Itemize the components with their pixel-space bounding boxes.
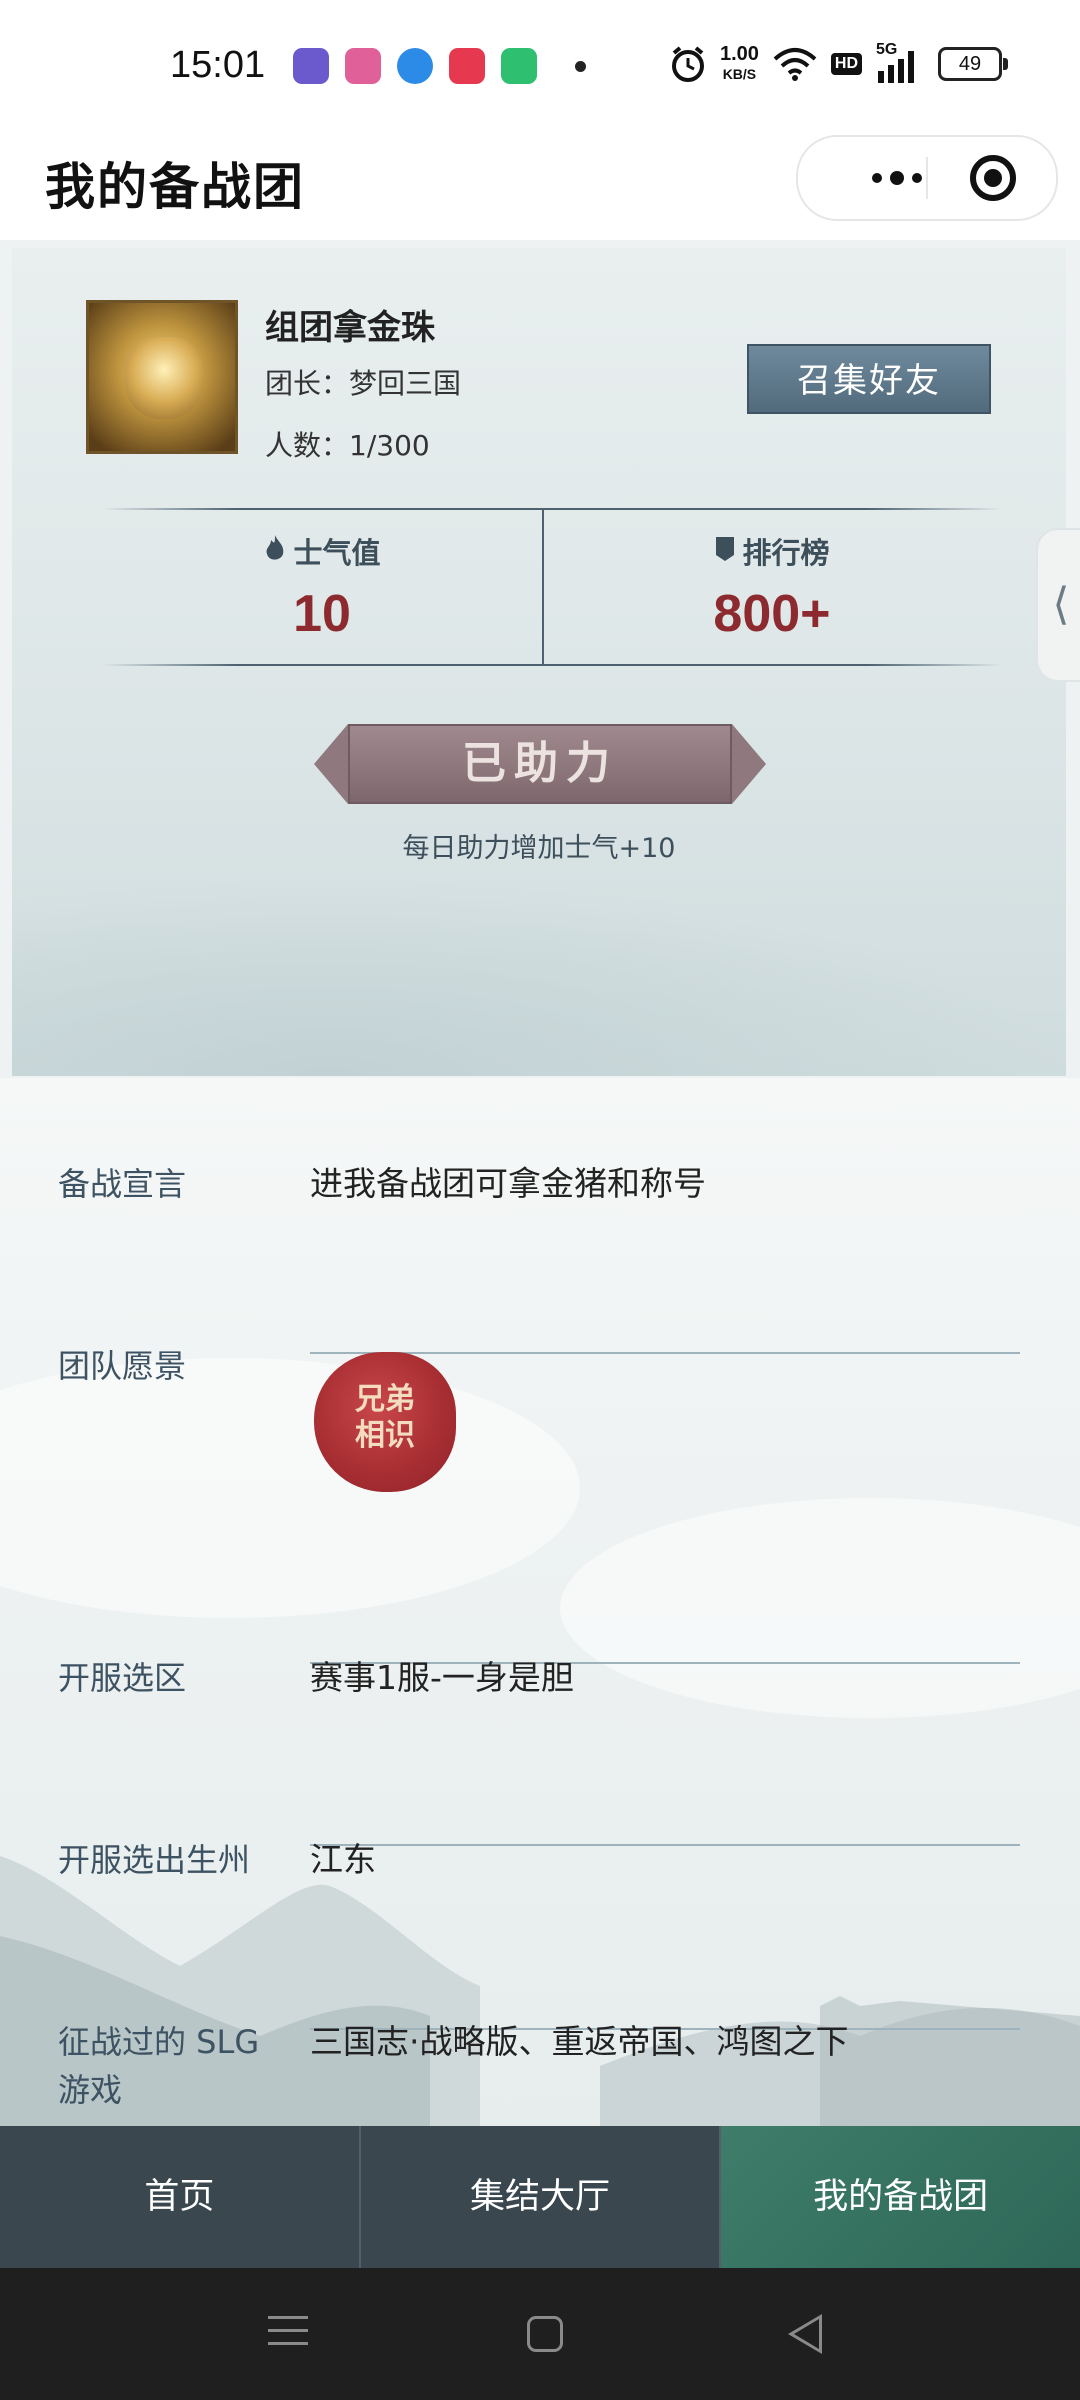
chat-app-icon: [501, 48, 537, 84]
team-emblem: [86, 300, 238, 454]
bottom-tab-bar: 首页 集结大厅 我的备战团: [0, 2126, 1080, 2268]
network-speed-unit: KB/S: [722, 66, 757, 82]
tieba-app-icon: [293, 48, 329, 84]
morale-stat: 士气值 10: [102, 530, 542, 644]
page-title: 我的备战团: [45, 157, 305, 216]
capsule-divider: [926, 157, 928, 199]
network-type: 5G: [876, 41, 898, 58]
vision-seal-line1: 兄弟: [355, 1382, 415, 1417]
morale-value: 10: [293, 585, 351, 643]
ranking-value: 800+: [713, 585, 831, 643]
browser-app-icon: [397, 48, 433, 84]
games-value[interactable]: 三国志·战略版、重返帝国、鸿图之下: [310, 2018, 849, 2066]
server-value[interactable]: 赛事1服-一身是胆: [310, 1654, 574, 1702]
team-name: 组团拿金珠: [265, 308, 435, 348]
flame-icon: [267, 535, 284, 560]
helped-tip: 每日助力增加士气+10: [402, 833, 676, 864]
state-value[interactable]: 江东: [310, 1836, 376, 1884]
ranking-label: 排行榜: [742, 536, 830, 570]
vision-label: 团队愿景: [58, 1347, 187, 1385]
video-app-icon: [449, 48, 485, 84]
team-header-card: 组团拿金珠 团长：梦回三国 人数：1/300 召集好友 士气值 10 排行榜 8…: [12, 248, 1066, 1076]
server-label: 开服选区: [58, 1659, 187, 1697]
stats-bottom-border: [102, 664, 1002, 666]
signal-icon: 5G: [876, 41, 924, 83]
network-speed-value: 1.00: [719, 43, 759, 65]
declaration-label: 备战宣言: [58, 1165, 187, 1203]
state-label: 开服选出生州: [58, 1841, 251, 1879]
system-navigation-bar: [0, 2268, 1080, 2400]
alarm-icon: [671, 46, 704, 82]
mini-program-capsule: [796, 135, 1058, 221]
title-bar: 我的备战团: [0, 135, 1080, 240]
side-drawer-handle[interactable]: ⟨: [1036, 528, 1080, 682]
network-speed: 1.00 KB/S: [720, 44, 759, 84]
games-label: 征战过的 SLG 游戏: [58, 2023, 260, 2109]
vision-seal[interactable]: 兄弟 相识: [310, 1346, 460, 1498]
tab-my-team[interactable]: 我的备战团: [719, 2126, 1080, 2268]
team-info-form: 备战宣言 进我备战团可拿金猪和称号 团队愿景 兄弟 相识 开服选区 赛事1服-一…: [0, 1078, 1080, 2126]
invite-friends-button[interactable]: 召集好友: [747, 344, 991, 414]
team-member-count: 人数：1/300: [265, 429, 430, 462]
chevron-left-icon: ⟨: [1052, 579, 1070, 630]
rank-shield-icon: [716, 537, 735, 561]
vision-seal-line2: 相识: [355, 1418, 415, 1453]
status-bar: 15:01 1.00 KB/S HD 5G 49: [0, 0, 1080, 135]
morale-label: 士气值: [293, 536, 381, 570]
declaration-value[interactable]: 进我备战团可拿金猪和称号: [310, 1160, 706, 1208]
lion-emblem-icon: [125, 337, 203, 419]
status-time: 15:01: [170, 44, 266, 86]
home-button[interactable]: [527, 2316, 563, 2352]
helped-button-label: 已助力: [462, 738, 618, 789]
ranking-stat[interactable]: 排行榜 800+: [552, 530, 992, 644]
wifi-icon: [773, 48, 817, 81]
more-options-button[interactable]: [832, 137, 962, 219]
battery-icon: 49: [938, 47, 1008, 81]
more-notifications-dot: [575, 60, 586, 72]
recent-apps-button[interactable]: [268, 2316, 308, 2355]
team-leader: 团长：梦回三国: [265, 367, 462, 400]
flower-app-icon: [345, 48, 381, 84]
back-button[interactable]: [788, 2314, 822, 2354]
tab-home[interactable]: 首页: [0, 2126, 359, 2268]
tab-assembly-hall[interactable]: 集结大厅: [358, 2126, 720, 2268]
close-mini-program-button[interactable]: [970, 155, 1016, 201]
helped-button[interactable]: 已助力: [314, 718, 766, 810]
stats-top-border: [102, 508, 1002, 510]
notification-icons: [293, 48, 586, 84]
hd-badge: HD: [830, 53, 862, 75]
status-indicators: 1.00 KB/S HD 5G 49: [670, 41, 1008, 84]
stats-divider: [542, 508, 544, 664]
